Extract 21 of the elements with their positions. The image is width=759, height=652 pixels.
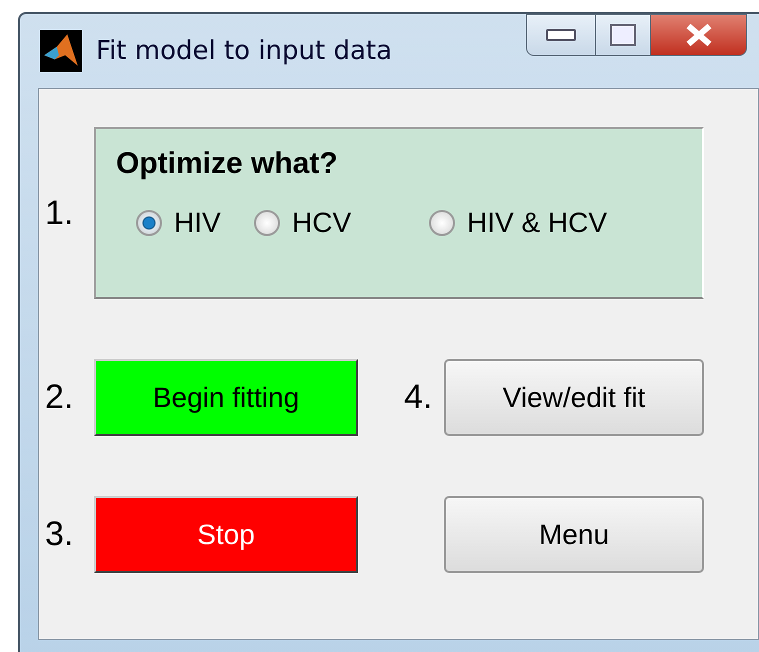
radio-option[interactable]: HCV bbox=[254, 207, 352, 239]
step-number: 2. bbox=[44, 378, 74, 417]
close-button[interactable] bbox=[651, 14, 747, 56]
radio-button[interactable] bbox=[136, 210, 162, 236]
window-title: Fit model to input data bbox=[96, 36, 394, 66]
radio-option[interactable]: HIV & HCV bbox=[429, 207, 608, 239]
action-button[interactable]: View/edit fit bbox=[444, 359, 704, 436]
action-button[interactable]: Stop bbox=[94, 496, 358, 573]
app-logo-icon bbox=[40, 30, 82, 72]
radio-button[interactable] bbox=[429, 210, 455, 236]
panel-heading: Optimize what? bbox=[116, 147, 339, 181]
step-number: 4. bbox=[403, 378, 432, 417]
step-number: 1. bbox=[44, 194, 74, 232]
minimize-button[interactable] bbox=[526, 14, 596, 56]
radio-option[interactable]: HIV bbox=[136, 207, 221, 239]
step-number: 3. bbox=[44, 515, 74, 554]
radio-button[interactable] bbox=[254, 210, 280, 236]
close-icon bbox=[684, 23, 714, 47]
action-button[interactable]: Begin fitting bbox=[94, 359, 358, 436]
action-button[interactable]: Menu bbox=[444, 496, 704, 573]
maximize-button[interactable] bbox=[596, 14, 651, 56]
